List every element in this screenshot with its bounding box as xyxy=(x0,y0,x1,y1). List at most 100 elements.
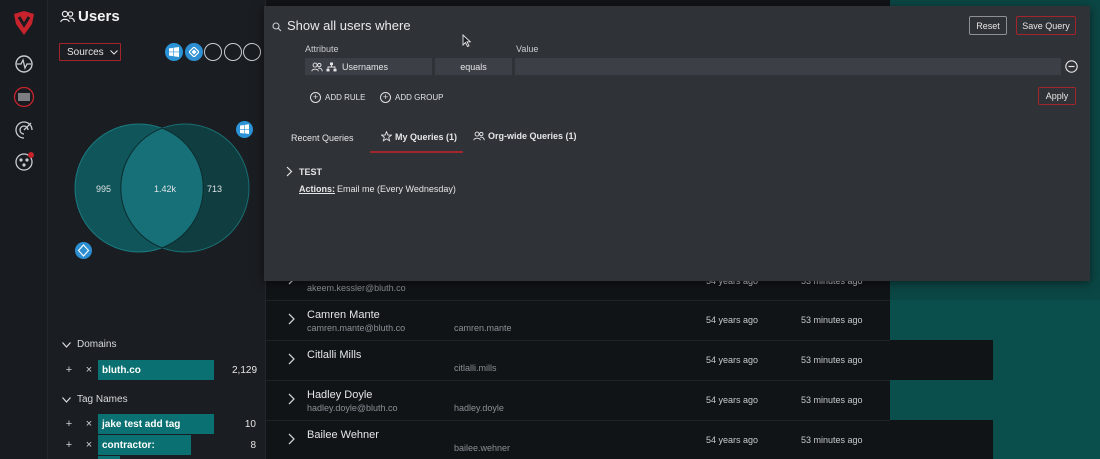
user-last-seen: 53 minutes ago xyxy=(801,355,863,365)
apply-button[interactable]: Apply xyxy=(1038,87,1076,105)
attribute-value: Usernames xyxy=(342,61,389,72)
user-name[interactable]: Hadley Doyle xyxy=(307,389,372,401)
source-slot-2[interactable] xyxy=(224,43,242,61)
exclude-x-icon[interactable]: × xyxy=(82,364,96,376)
user-name[interactable]: Citlalli Mills xyxy=(307,349,361,361)
active-tab-indicator xyxy=(370,151,463,153)
user-handle: citlalli.mills xyxy=(454,363,497,373)
users-icon xyxy=(60,10,75,26)
user-handle: camren.mante xyxy=(454,323,512,333)
star-icon xyxy=(381,131,392,142)
activity-heatmap-block xyxy=(890,300,1100,340)
search-icon xyxy=(272,21,282,35)
chevron-down-icon xyxy=(109,49,118,55)
activity-heatmap-block xyxy=(890,380,1100,420)
venn-left-count: 995 xyxy=(96,184,112,194)
facet-bar[interactable]: jake test add tag xyxy=(98,414,214,434)
facet-count: 8 xyxy=(250,439,256,451)
table-row[interactable]: Bailee Wehner bailee.wehner 54 years ago… xyxy=(266,421,890,459)
integrations-icon[interactable] xyxy=(12,150,36,174)
add-group-button[interactable]: + ADD GROUP xyxy=(380,92,443,103)
domains-section-header[interactable]: Domains xyxy=(62,339,116,350)
venn-overlap-count: 1.42k xyxy=(154,184,177,194)
value-input[interactable] xyxy=(515,58,1061,75)
facet-bar[interactable]: contractor: xyxy=(98,435,191,455)
app-logo-icon[interactable] xyxy=(12,10,36,36)
activity-icon[interactable] xyxy=(12,52,36,76)
chevron-down-icon xyxy=(62,341,71,348)
activity-heatmap-block xyxy=(993,340,1100,380)
attribute-select[interactable]: Usernames xyxy=(305,58,432,75)
plus-circle-icon: + xyxy=(380,92,391,103)
reset-button[interactable]: Reset xyxy=(969,16,1007,35)
tab-my-queries-label: My Queries (1) xyxy=(395,131,458,142)
chevron-right-icon[interactable] xyxy=(285,166,293,180)
table-row[interactable]: Hadley Doyle hadley.doyle@bluth.co hadle… xyxy=(266,381,890,421)
users-icon xyxy=(311,62,323,71)
add-rule-button[interactable]: + ADD RULE xyxy=(310,92,365,103)
attribute-column-label: Attribute xyxy=(305,44,339,54)
activity-heatmap-block xyxy=(993,420,1100,459)
include-plus-icon[interactable]: + xyxy=(62,418,76,430)
venn-right-count: 713 xyxy=(207,184,223,194)
chevron-right-icon[interactable] xyxy=(286,393,296,405)
include-plus-icon[interactable]: + xyxy=(62,439,76,451)
tag-names-heading: Tag Names xyxy=(77,394,128,405)
exclude-x-icon[interactable]: × xyxy=(82,418,96,430)
remove-rule-icon[interactable] xyxy=(1065,60,1078,76)
radar-icon[interactable] xyxy=(12,118,36,142)
tab-org-wide-label: Org-wide Queries (1) xyxy=(488,131,577,141)
user-name[interactable]: Bailee Wehner xyxy=(307,429,379,441)
query-builder-modal xyxy=(264,6,1090,281)
source-slot-1[interactable] xyxy=(204,43,222,61)
chevron-right-icon[interactable] xyxy=(286,433,296,445)
facet-count: 10 xyxy=(244,418,256,430)
barcode-icon[interactable] xyxy=(12,85,36,109)
user-email: akeem.kessler@bluth.co xyxy=(307,283,406,293)
domain-facet-row: + × bluth.co 2,129 xyxy=(62,360,262,380)
sources-label: Sources xyxy=(67,46,104,58)
user-email: camren.mante@bluth.co xyxy=(307,323,406,333)
user-created: 54 years ago xyxy=(706,315,759,325)
user-created: 54 years ago xyxy=(706,355,759,365)
include-plus-icon[interactable]: + xyxy=(62,364,76,376)
page-title: Users xyxy=(78,8,120,25)
user-last-seen: 53 minutes ago xyxy=(801,315,863,325)
operator-select[interactable]: equals xyxy=(435,58,512,75)
sources-dropdown[interactable]: Sources xyxy=(59,43,121,61)
plus-circle-icon: + xyxy=(310,92,321,103)
user-created: 54 years ago xyxy=(706,395,759,405)
saved-query-name[interactable]: TEST xyxy=(299,167,322,177)
user-handle: hadley.doyle xyxy=(454,403,504,413)
chevron-right-icon[interactable] xyxy=(286,313,296,325)
table-row[interactable]: Camren Mante camren.mante@bluth.co camre… xyxy=(266,301,890,341)
user-created: 54 years ago xyxy=(706,435,759,445)
tab-recent-queries[interactable]: Recent Queries xyxy=(291,133,354,143)
chevron-right-icon[interactable] xyxy=(286,353,296,365)
users-icon xyxy=(473,131,485,141)
tab-org-wide-queries[interactable]: Org-wide Queries (1) xyxy=(473,131,577,141)
tab-my-queries[interactable]: My Queries (1) xyxy=(381,131,457,142)
save-query-button[interactable]: Save Query xyxy=(1016,16,1076,35)
user-last-seen: 53 minutes ago xyxy=(801,435,863,445)
add-group-label: ADD GROUP xyxy=(395,93,444,102)
actions-label: Actions: xyxy=(299,184,335,194)
mouse-cursor-icon xyxy=(462,33,472,50)
windows-source-icon[interactable] xyxy=(165,43,183,61)
add-rule-label: ADD RULE xyxy=(325,93,366,102)
table-row[interactable]: Citlalli Mills citlalli.mills 54 years a… xyxy=(266,341,890,381)
tag-facet-row: + × contractor: 8 xyxy=(62,435,262,455)
value-column-label: Value xyxy=(516,44,539,54)
facet-bar[interactable]: bluth.co xyxy=(98,360,214,380)
domains-heading: Domains xyxy=(77,339,117,350)
user-handle: bailee.wehner xyxy=(454,443,511,453)
query-title: Show all users where xyxy=(287,18,411,33)
tag-names-section-header[interactable]: Tag Names xyxy=(62,394,128,405)
hierarchy-icon xyxy=(326,62,337,71)
exclude-x-icon[interactable]: × xyxy=(82,439,96,451)
okta-source-icon[interactable] xyxy=(185,43,203,61)
actions-text: Email me (Every Wednesday) xyxy=(337,184,456,194)
facet-count: 2,129 xyxy=(232,364,258,376)
source-slot-3[interactable] xyxy=(243,43,261,61)
user-name[interactable]: Camren Mante xyxy=(307,309,380,321)
